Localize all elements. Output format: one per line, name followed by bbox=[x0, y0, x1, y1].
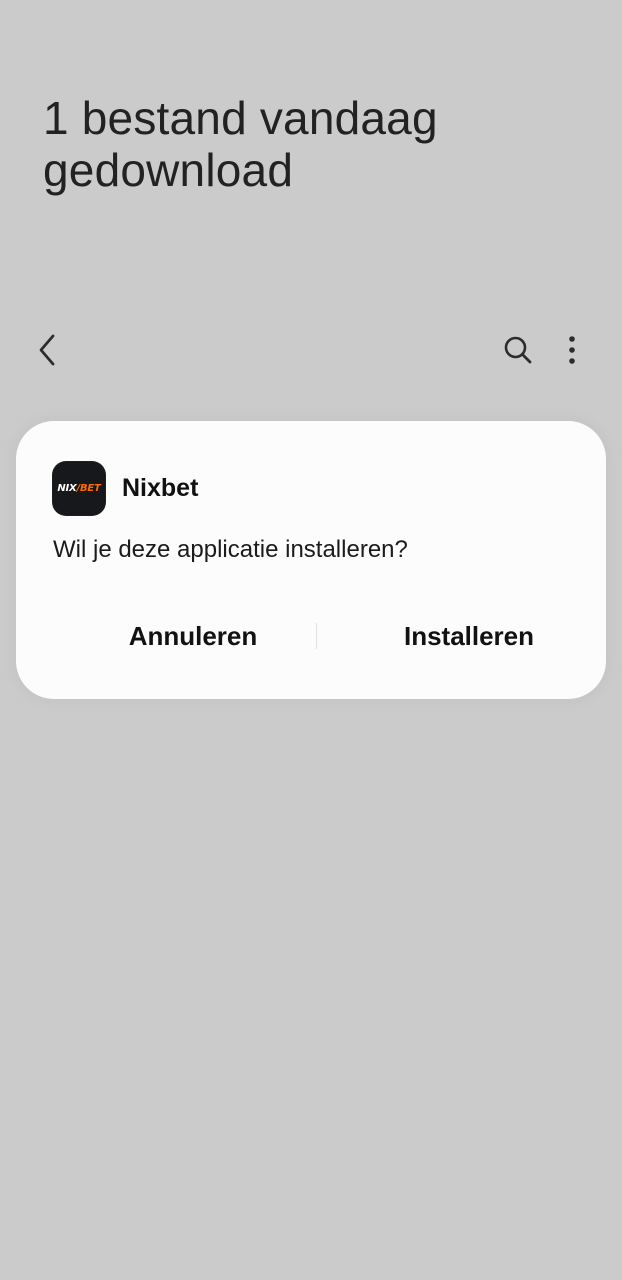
app-icon-text-left: NIX bbox=[57, 482, 77, 494]
back-button[interactable] bbox=[24, 326, 72, 374]
more-options-button[interactable] bbox=[548, 326, 596, 374]
app-icon-text-right: BET bbox=[79, 482, 101, 494]
app-name: Nixbet bbox=[122, 474, 199, 502]
chevron-left-icon bbox=[39, 334, 55, 366]
more-vertical-icon bbox=[569, 336, 575, 364]
app-icon-wordmark: NIX / BET bbox=[57, 482, 101, 494]
nixbet-logo-icon: NIX / BET bbox=[52, 461, 106, 516]
app-info-row: NIX / BET Nixbet bbox=[52, 461, 198, 516]
install-dialog: NIX / BET Nixbet Wil je deze applicatie … bbox=[16, 421, 606, 699]
search-button[interactable] bbox=[494, 326, 542, 374]
dialog-actions: Annuleren Installeren bbox=[16, 611, 606, 661]
top-toolbar bbox=[0, 326, 622, 374]
install-question: Wil je deze applicatie installeren? bbox=[53, 536, 408, 563]
button-divider bbox=[316, 623, 317, 649]
page-title: 1 bestand vandaag gedownload bbox=[43, 92, 438, 196]
cancel-button[interactable]: Annuleren bbox=[68, 611, 318, 661]
screen-background: 1 bestand vandaag gedownload NIX / BET N… bbox=[0, 0, 622, 1280]
install-button[interactable]: Installeren bbox=[334, 611, 604, 661]
search-icon bbox=[504, 336, 532, 364]
